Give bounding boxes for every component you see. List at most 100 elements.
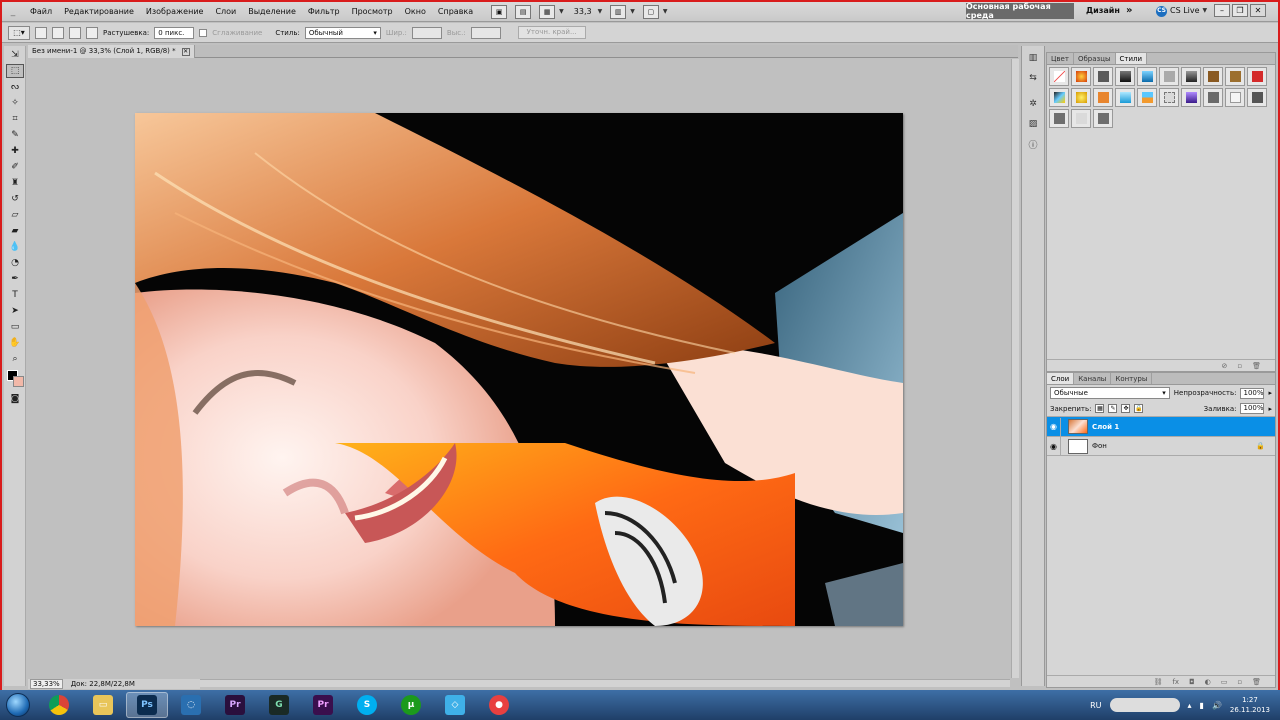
- view-extras-icon[interactable]: ▦: [539, 4, 556, 19]
- opacity-input[interactable]: 100%: [1240, 387, 1265, 399]
- style-swatch[interactable]: [1049, 88, 1069, 107]
- menu-edit[interactable]: Редактирование: [58, 3, 140, 21]
- height-input[interactable]: [470, 26, 501, 39]
- cs-live-button[interactable]: CS CS Live ▼: [1156, 3, 1211, 19]
- lock-pixels-icon[interactable]: ✎: [1108, 404, 1118, 413]
- tray-chevron-icon[interactable]: ▴: [1188, 701, 1192, 710]
- status-zoom[interactable]: 33,33%: [30, 679, 63, 689]
- chevron-down-icon[interactable]: ▼: [559, 8, 564, 15]
- style-swatch[interactable]: [1247, 67, 1267, 86]
- refine-edge-button[interactable]: Уточн. край...: [517, 26, 586, 39]
- taskbar-app9[interactable]: ◇: [434, 692, 476, 718]
- menu-file[interactable]: Файл: [24, 3, 58, 21]
- volume-icon[interactable]: 🔊: [1212, 701, 1222, 710]
- style-swatch[interactable]: [1203, 88, 1223, 107]
- tab-channels[interactable]: Каналы: [1074, 373, 1112, 384]
- taskbar-chrome[interactable]: [38, 692, 80, 718]
- chevron-down-icon[interactable]: ▼: [598, 8, 603, 15]
- hand-tool-icon[interactable]: ✋: [6, 336, 24, 350]
- tab-layers[interactable]: Слои: [1047, 373, 1075, 384]
- menu-help[interactable]: Справка: [432, 3, 479, 21]
- style-swatch[interactable]: [1159, 88, 1179, 107]
- gradient-tool-icon[interactable]: ▰: [6, 224, 24, 238]
- style-swatch[interactable]: [1181, 67, 1201, 86]
- taskbar-explorer[interactable]: ▭: [82, 692, 124, 718]
- add-selection-icon[interactable]: [52, 26, 64, 39]
- type-tool-icon[interactable]: T: [6, 288, 24, 302]
- intersect-selection-icon[interactable]: [86, 26, 98, 39]
- marquee-tool-icon[interactable]: ⬚: [6, 64, 24, 78]
- visibility-eye-icon[interactable]: ◉: [1047, 437, 1061, 455]
- tab-swatches[interactable]: Образцы: [1074, 53, 1116, 64]
- mini-bridge-icon[interactable]: ▤: [515, 4, 532, 19]
- eraser-tool-icon[interactable]: ▱: [6, 208, 24, 222]
- taskbar-premiere2[interactable]: Pr: [302, 692, 344, 718]
- taskbar-app10[interactable]: ●: [478, 692, 520, 718]
- horizontal-scrollbar[interactable]: [200, 679, 1010, 687]
- taskbar-utorrent[interactable]: µ: [390, 692, 432, 718]
- path-selection-tool-icon[interactable]: ➤: [6, 304, 24, 318]
- style-swatch[interactable]: [1115, 88, 1135, 107]
- color-swatches[interactable]: [5, 368, 25, 390]
- quick-mask-icon[interactable]: ◙: [6, 392, 24, 406]
- masks-icon[interactable]: ▨: [1024, 116, 1042, 132]
- style-swatch[interactable]: [1225, 67, 1245, 86]
- shape-tool-icon[interactable]: ▭: [6, 320, 24, 334]
- minimize-button[interactable]: –: [1214, 4, 1230, 17]
- delete-style-icon[interactable]: 🗑: [1252, 362, 1261, 370]
- tool-preset-picker[interactable]: ⬚▾: [8, 25, 30, 40]
- close-button[interactable]: ✕: [1250, 4, 1266, 17]
- crop-tool-icon[interactable]: ⌗: [6, 112, 24, 126]
- document-image[interactable]: [135, 113, 903, 626]
- taskbar-premiere[interactable]: Pr: [214, 692, 256, 718]
- tab-color[interactable]: Цвет: [1047, 53, 1074, 64]
- lock-all-icon[interactable]: 🔒: [1134, 404, 1144, 413]
- history-icon[interactable]: ⇆: [1024, 70, 1042, 86]
- language-indicator[interactable]: RU: [1090, 701, 1101, 710]
- history-brush-tool-icon[interactable]: ↺: [6, 192, 24, 206]
- link-layers-icon[interactable]: ⛓: [1154, 678, 1163, 686]
- taskbar-photoshop[interactable]: Ps: [126, 692, 168, 718]
- taskbar-app6[interactable]: G: [258, 692, 300, 718]
- clone-stamp-tool-icon[interactable]: ♜: [6, 176, 24, 190]
- adjustments-icon[interactable]: ✲: [1024, 96, 1042, 112]
- style-swatch[interactable]: [1093, 88, 1113, 107]
- dodge-tool-icon[interactable]: ◔: [6, 256, 24, 270]
- network-icon[interactable]: ▮: [1200, 701, 1204, 710]
- add-mask-icon[interactable]: ◘: [1189, 678, 1195, 686]
- taskbar-app4[interactable]: ◌: [170, 692, 212, 718]
- new-layer-icon[interactable]: ▫: [1237, 678, 1242, 686]
- zoom-level[interactable]: 33,3: [574, 7, 592, 16]
- eyedropper-tool-icon[interactable]: ✎: [6, 128, 24, 142]
- visibility-eye-icon[interactable]: ◉: [1047, 417, 1061, 436]
- blend-mode-select[interactable]: Обычные ▾: [1050, 387, 1170, 399]
- style-swatch[interactable]: [1225, 88, 1245, 107]
- restore-button[interactable]: ❐: [1232, 4, 1248, 17]
- layer-style-icon[interactable]: fx: [1172, 678, 1179, 686]
- chevron-right-icon[interactable]: ▸: [1268, 389, 1272, 397]
- subtract-selection-icon[interactable]: [69, 26, 81, 39]
- taskbar-skype[interactable]: S: [346, 692, 388, 718]
- brush-tool-icon[interactable]: ✐: [6, 160, 24, 174]
- vertical-scrollbar[interactable]: [1011, 59, 1019, 678]
- start-button[interactable]: [0, 690, 36, 720]
- lock-transparency-icon[interactable]: ▦: [1095, 404, 1105, 413]
- histogram-icon[interactable]: ▥: [1024, 50, 1042, 66]
- feather-input[interactable]: 0 пикс.: [154, 26, 195, 39]
- new-group-icon[interactable]: ▭: [1221, 678, 1228, 686]
- workspace-design-button[interactable]: Дизайн: [1086, 3, 1120, 19]
- healing-brush-tool-icon[interactable]: ✚: [6, 144, 24, 158]
- antialias-checkbox[interactable]: [199, 28, 208, 37]
- menu-image[interactable]: Изображение: [140, 3, 210, 21]
- workspace-essentials-button[interactable]: Основная рабочая среда: [966, 2, 1074, 20]
- menu-view[interactable]: Просмотр: [346, 3, 399, 21]
- blur-tool-icon[interactable]: 💧: [6, 240, 24, 254]
- info-icon[interactable]: ⓘ: [1024, 136, 1042, 152]
- lasso-tool-icon[interactable]: ᔓ: [6, 80, 24, 94]
- style-swatch[interactable]: [1093, 109, 1113, 128]
- clear-style-icon[interactable]: ⊘: [1221, 362, 1227, 370]
- style-swatch[interactable]: [1093, 67, 1113, 86]
- lock-position-icon[interactable]: ✥: [1121, 404, 1131, 413]
- zoom-tool-icon[interactable]: ⌕: [6, 352, 24, 366]
- document-tab[interactable]: Без имени-1 @ 33,3% (Слой 1, RGB/8) * ✕: [28, 45, 195, 58]
